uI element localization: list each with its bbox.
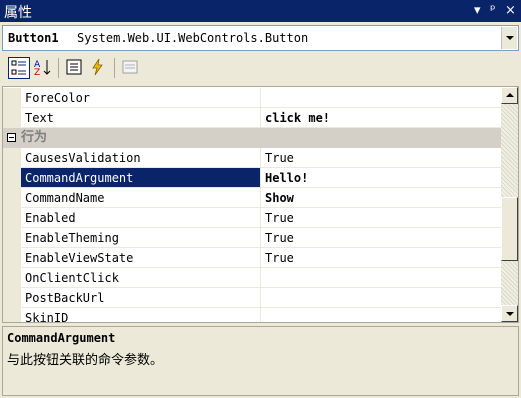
row-gutter xyxy=(3,268,21,288)
properties-button[interactable] xyxy=(64,57,86,79)
row-gutter xyxy=(3,308,21,322)
property-value[interactable]: True xyxy=(261,148,502,168)
alphabetical-button[interactable]: A Z xyxy=(32,57,54,79)
property-value[interactable] xyxy=(261,268,502,288)
chevron-up-icon xyxy=(506,93,514,97)
property-row-onclientclick[interactable]: OnClientClick xyxy=(3,268,502,288)
row-gutter xyxy=(3,168,21,188)
property-row-skinid[interactable]: SkinID xyxy=(3,308,502,322)
object-type: System.Web.UI.WebControls.Button xyxy=(77,31,309,45)
property-grid: ForeColor Text click me! 行为 CausesValida… xyxy=(2,86,519,323)
property-row-commandargument[interactable]: CommandArgument Hello! xyxy=(3,168,502,188)
row-gutter xyxy=(3,148,21,168)
property-value[interactable] xyxy=(261,88,502,108)
categorized-icon xyxy=(11,60,26,75)
property-pages-button[interactable] xyxy=(120,57,142,79)
property-row-text[interactable]: Text click me! xyxy=(3,108,502,128)
row-gutter xyxy=(3,208,21,228)
collapse-icon[interactable] xyxy=(7,133,16,142)
property-name: CausesValidation xyxy=(21,148,261,168)
property-pages-icon xyxy=(122,60,138,74)
toolbar-separator xyxy=(58,58,59,78)
property-name: Enabled xyxy=(21,208,261,228)
property-name: CommandArgument xyxy=(21,168,261,188)
row-gutter xyxy=(3,188,21,208)
property-value[interactable] xyxy=(261,288,502,308)
row-gutter xyxy=(3,288,21,308)
dropdown-icon[interactable]: ▾ xyxy=(474,3,481,18)
property-row-causesvalidation[interactable]: CausesValidation True xyxy=(3,148,502,168)
chevron-down-icon xyxy=(506,36,514,40)
property-name: ForeColor xyxy=(21,88,261,108)
chevron-down-icon xyxy=(506,312,514,316)
property-toolbar: A Z xyxy=(2,54,519,84)
row-gutter xyxy=(3,228,21,248)
property-value[interactable]: True xyxy=(261,208,502,228)
property-row-enabletheming[interactable]: EnableTheming True xyxy=(3,228,502,248)
scrollbar-thumb[interactable] xyxy=(501,197,518,261)
description-title: CommandArgument xyxy=(7,331,116,345)
property-value[interactable]: Hello! xyxy=(261,168,502,188)
svg-text:Z: Z xyxy=(34,68,40,77)
property-row-commandname[interactable]: CommandName Show xyxy=(3,188,502,208)
row-gutter xyxy=(3,248,21,268)
row-gutter xyxy=(3,88,21,108)
property-name: CommandName xyxy=(21,188,261,208)
events-button[interactable] xyxy=(88,57,110,79)
title-bar: 属性 ▾ ᵖ × xyxy=(0,0,521,22)
scroll-down-button[interactable] xyxy=(501,305,518,322)
description-text: 与此按钮关联的命令参数。 xyxy=(7,353,164,368)
toolbar-separator xyxy=(114,58,115,78)
property-value[interactable] xyxy=(261,308,502,322)
alphabetical-icon: A Z xyxy=(34,60,51,78)
object-name: Button1 xyxy=(8,31,59,45)
scroll-up-button[interactable] xyxy=(501,87,518,104)
object-selector-dropdown-button[interactable] xyxy=(501,27,517,49)
window-title: 属性 xyxy=(4,5,32,21)
category-label: 行为 xyxy=(21,130,48,145)
property-row-enableviewstate[interactable]: EnableViewState True xyxy=(3,248,502,268)
property-row-postbackurl[interactable]: PostBackUrl xyxy=(3,288,502,308)
object-selector[interactable]: Button1 System.Web.UI.WebControls.Button xyxy=(2,25,519,51)
property-name: EnableViewState xyxy=(21,248,261,268)
category-behavior[interactable]: 行为 xyxy=(3,128,502,148)
property-value[interactable]: True xyxy=(261,228,502,248)
property-name: Text xyxy=(21,108,261,128)
property-row-forecolor[interactable]: ForeColor xyxy=(3,88,502,108)
vertical-scrollbar[interactable] xyxy=(501,87,518,322)
property-value[interactable]: Show xyxy=(261,188,502,208)
close-icon[interactable]: × xyxy=(505,3,516,18)
property-value[interactable]: click me! xyxy=(261,108,502,128)
pin-icon[interactable]: ᵖ xyxy=(490,3,496,18)
events-icon xyxy=(92,58,103,76)
categorized-button[interactable] xyxy=(8,57,30,79)
property-name: EnableTheming xyxy=(21,228,261,248)
property-row-enabled[interactable]: Enabled True xyxy=(3,208,502,228)
property-name: SkinID xyxy=(21,308,261,322)
properties-icon xyxy=(66,59,82,75)
row-gutter xyxy=(3,108,21,128)
property-value[interactable]: True xyxy=(261,248,502,268)
description-pane: CommandArgument 与此按钮关联的命令参数。 xyxy=(2,326,519,396)
property-name: PostBackUrl xyxy=(21,288,261,308)
property-name: OnClientClick xyxy=(21,268,261,288)
